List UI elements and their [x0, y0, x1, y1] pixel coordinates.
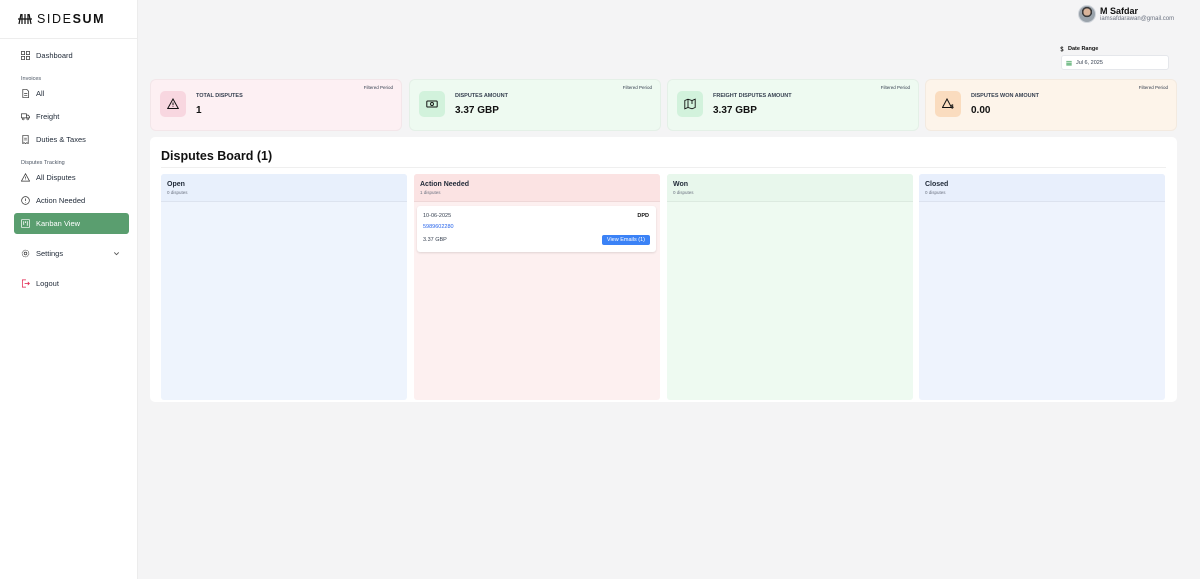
column-count: 0 disputes [925, 190, 946, 195]
sidebar: SIDESUM Dashboard Invoices All Freight D… [0, 0, 138, 579]
dispute-date: 10-06-2025 [423, 213, 452, 219]
column-count: 0 disputes [673, 190, 694, 195]
sidebar-item-label: All Disputes [36, 173, 76, 182]
warning-dollar-icon [942, 98, 954, 109]
column-action-needed: Action Needed 1 disputes 10-06-2025 DPD … [414, 174, 660, 400]
column-header: Open 0 disputes [161, 174, 407, 202]
stat-card-disputes-won-amount: Filtered Period DISPUTES WON AMOUNT 0.00 [925, 79, 1177, 131]
sidebar-item-duties-taxes[interactable]: Duties & Taxes [14, 129, 129, 150]
logout-icon [21, 279, 30, 288]
calendar-icon [1066, 60, 1072, 66]
board-title: Disputes Board (1) [161, 149, 273, 163]
grid-icon [21, 51, 30, 60]
filtered-period-tag: Filtered Period [622, 85, 652, 90]
stat-title: DISPUTES AMOUNT [455, 93, 508, 99]
sidebar-item-label: Duties & Taxes [36, 135, 86, 144]
stat-title: FREIGHT DISPUTES AMOUNT [713, 93, 792, 99]
gear-icon [21, 249, 30, 258]
column-title: Closed [925, 181, 949, 188]
user-email: iamsafdarawan@gmail.com [1100, 15, 1175, 22]
sidebar-item-label: Kanban View [36, 219, 81, 228]
sidebar-item-logout[interactable]: Logout [14, 273, 129, 294]
user-profile[interactable]: M Safdar iamsafdarawan@gmail.com [1078, 5, 1174, 23]
stat-icon-box [419, 91, 445, 117]
column-count: 0 disputes [167, 190, 188, 195]
dispute-card[interactable]: 10-06-2025 DPD 5989602280 3.37 GBP View … [417, 206, 656, 252]
column-open: Open 0 disputes [161, 174, 407, 400]
column-count: 1 disputes [420, 190, 441, 195]
stat-title: TOTAL DISPUTES [196, 93, 243, 99]
sidebar-item-freight[interactable]: Freight [14, 106, 129, 127]
warning-icon [21, 173, 30, 182]
column-header: Won 0 disputes [667, 174, 913, 202]
column-won: Won 0 disputes [667, 174, 913, 400]
stat-icon-box [677, 91, 703, 117]
document-icon [22, 89, 30, 98]
sidebar-section-invoices: Invoices [21, 76, 42, 82]
date-range-picker[interactable]: Jul 6, 2025 [1061, 55, 1169, 70]
column-title: Open [167, 181, 185, 188]
column-title: Action Needed [420, 181, 470, 188]
stat-title: DISPUTES WON AMOUNT [971, 93, 1039, 99]
avatar [1078, 5, 1096, 23]
kanban-icon [21, 219, 30, 228]
sidebar-item-label: Action Needed [36, 196, 86, 205]
dispute-carrier: DPD [637, 213, 649, 219]
brand-bars-icon [18, 13, 32, 25]
map-currency-icon [684, 98, 696, 110]
warning-icon [167, 98, 179, 109]
stat-icon-box [160, 91, 186, 117]
disputes-board: Disputes Board (1) Open 0 disputes Actio… [150, 137, 1177, 402]
sidebar-item-label: Logout [36, 279, 59, 288]
date-range-value: Jul 6, 2025 [1076, 59, 1103, 66]
stat-value: 3.37 GBP [713, 105, 757, 116]
stat-icon-box [935, 91, 961, 117]
sidebar-section-disputes: Disputes Tracking [21, 160, 65, 166]
view-emails-button[interactable]: View Emails (1) [601, 235, 650, 245]
sidebar-item-all[interactable]: All [14, 83, 129, 104]
filtered-period-tag: Filtered Period [363, 85, 393, 90]
alert-circle-icon [21, 196, 30, 205]
sidebar-item-settings[interactable]: Settings [14, 243, 129, 264]
stat-card-freight-disputes-amount: Filtered Period FREIGHT DISPUTES AMOUNT … [667, 79, 919, 131]
stat-card-total-disputes: Filtered Period TOTAL DISPUTES 1 [150, 79, 402, 131]
column-title: Won [673, 181, 689, 188]
receipt-icon [22, 135, 29, 144]
sidebar-item-label: All [36, 89, 45, 98]
dollar-icon [1060, 46, 1064, 52]
sidebar-item-label: Dashboard [36, 51, 73, 60]
sidebar-item-label: Freight [36, 112, 60, 121]
column-header: Action Needed 1 disputes [414, 174, 660, 202]
user-name: M Safdar [1100, 5, 1139, 16]
column-header: Closed 0 disputes [919, 174, 1165, 202]
sidebar-item-label: Settings [36, 249, 64, 258]
stat-value: 1 [196, 105, 202, 116]
sidebar-item-dashboard[interactable]: Dashboard [14, 45, 129, 66]
invoice-number-link[interactable]: 5989602280 [423, 224, 454, 230]
stat-card-disputes-amount: Filtered Period DISPUTES AMOUNT 3.37 GBP [409, 79, 661, 131]
brand-name: SIDESUM [37, 12, 106, 26]
sidebar-item-action-needed[interactable]: Action Needed [14, 190, 129, 211]
filtered-period-tag: Filtered Period [1138, 85, 1168, 90]
chevron-down-icon [113, 252, 120, 256]
truck-icon [21, 113, 30, 121]
sidebar-item-all-disputes[interactable]: All Disputes [14, 167, 129, 188]
divider [161, 167, 1166, 168]
date-range-label: Date Range [1059, 46, 1098, 52]
stat-value: 3.37 GBP [455, 105, 499, 116]
filtered-period-tag: Filtered Period [880, 85, 910, 90]
stat-value: 0.00 [971, 105, 991, 116]
column-closed: Closed 0 disputes [919, 174, 1165, 400]
dispute-amount: 3.37 GBP [423, 237, 447, 243]
sidebar-item-kanban-view[interactable]: Kanban View [14, 213, 129, 234]
banknote-icon [426, 100, 438, 108]
brand-logo[interactable]: SIDESUM [0, 0, 137, 39]
